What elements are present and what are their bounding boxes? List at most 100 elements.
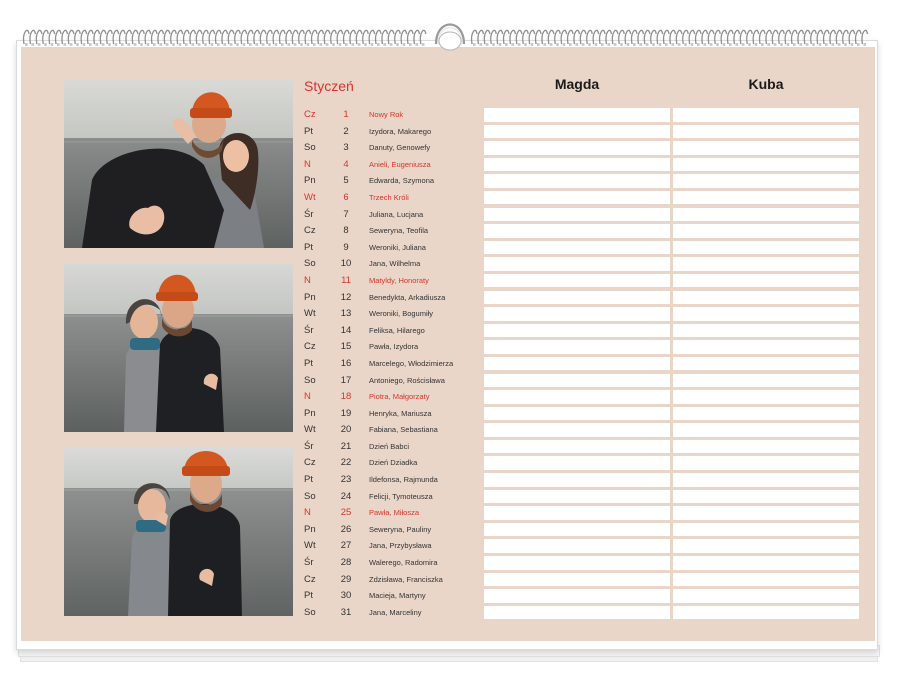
magda-entry-field[interactable] xyxy=(484,257,670,271)
day-row: So 17 Antoniego, Rościsława xyxy=(304,373,864,390)
name-day-label: Pawła, Miłosza xyxy=(369,508,420,518)
day-row: N 25 Pawła, Miłosza xyxy=(304,505,864,522)
binding-hole xyxy=(389,43,393,46)
kuba-entry-field[interactable] xyxy=(673,257,859,271)
kuba-entry-field[interactable] xyxy=(673,522,859,537)
magda-entry-field[interactable] xyxy=(484,390,670,404)
kuba-entry-field[interactable] xyxy=(673,207,859,222)
weekday-label: So xyxy=(304,258,316,270)
kuba-entry-field[interactable] xyxy=(673,240,859,255)
magda-entry-field[interactable] xyxy=(484,539,670,553)
spiral-coil xyxy=(157,29,165,45)
binding-hole xyxy=(831,43,834,46)
magda-entry-field[interactable] xyxy=(484,589,670,603)
kuba-entry-field[interactable] xyxy=(673,556,859,570)
kuba-entry-field[interactable] xyxy=(673,390,859,404)
spiral-coil xyxy=(125,29,133,45)
binding-hole xyxy=(108,43,111,46)
binding-hole xyxy=(274,43,278,46)
magda-entry-field[interactable] xyxy=(484,207,670,222)
binding-hole xyxy=(101,43,105,46)
magda-entry-field[interactable] xyxy=(484,506,670,520)
kuba-entry-field[interactable] xyxy=(673,406,859,421)
spiral-coil xyxy=(336,29,344,45)
column-header-kuba: Kuba xyxy=(748,76,784,92)
magda-entry-field[interactable] xyxy=(484,273,670,288)
magda-entry-field[interactable] xyxy=(484,141,670,155)
magda-entry-field[interactable] xyxy=(484,605,670,620)
magda-entry-field[interactable] xyxy=(484,572,670,587)
magda-entry-field[interactable] xyxy=(484,522,670,537)
binding-hole xyxy=(421,43,425,46)
day-number: 20 xyxy=(340,424,352,436)
binding-hole xyxy=(652,43,655,46)
kuba-entry-field[interactable] xyxy=(673,340,859,354)
spiral-coil xyxy=(669,29,677,45)
magda-entry-field[interactable] xyxy=(484,290,670,305)
magda-entry-field[interactable] xyxy=(484,124,670,139)
kuba-entry-field[interactable] xyxy=(673,439,859,454)
kuba-entry-field[interactable] xyxy=(673,373,859,387)
magda-entry-field[interactable] xyxy=(484,190,670,205)
binding-hole xyxy=(178,43,182,46)
couple-photo-2 xyxy=(64,264,293,432)
name-day-label: Anieli, Eugeniusza xyxy=(369,159,431,169)
name-day-label: Jana, Przybysława xyxy=(369,541,432,551)
magda-entry-field[interactable] xyxy=(484,240,670,255)
kuba-entry-field[interactable] xyxy=(673,108,859,122)
kuba-entry-field[interactable] xyxy=(673,174,859,188)
magda-entry-field[interactable] xyxy=(484,356,670,371)
spiral-coil xyxy=(682,29,689,45)
magda-entry-field[interactable] xyxy=(484,307,670,321)
kuba-entry-field[interactable] xyxy=(673,157,859,172)
magda-entry-field[interactable] xyxy=(484,108,670,122)
spiral-coil xyxy=(163,29,171,45)
day-row: Pn 12 Benedykta, Arkadiusza xyxy=(304,290,864,307)
spiral-coil xyxy=(227,29,235,45)
kuba-entry-field[interactable] xyxy=(673,572,859,587)
magda-entry-field[interactable] xyxy=(484,340,670,354)
magda-entry-field[interactable] xyxy=(484,473,670,487)
kuba-entry-field[interactable] xyxy=(673,489,859,504)
magda-entry-field[interactable] xyxy=(484,556,670,570)
kuba-entry-field[interactable] xyxy=(673,307,859,321)
day-number: 9 xyxy=(343,241,349,253)
magda-entry-field[interactable] xyxy=(484,174,670,188)
weekday-label: N xyxy=(304,274,311,286)
kuba-entry-field[interactable] xyxy=(673,290,859,305)
name-day-label: Walerego, Radomira xyxy=(369,558,438,568)
kuba-entry-field[interactable] xyxy=(673,124,859,139)
magda-entry-field[interactable] xyxy=(484,406,670,421)
binding-hole xyxy=(370,43,374,46)
magda-entry-field[interactable] xyxy=(484,456,670,470)
binding-hole xyxy=(242,43,246,46)
kuba-entry-field[interactable] xyxy=(673,323,859,338)
kuba-entry-field[interactable] xyxy=(673,141,859,155)
binding-hole xyxy=(293,43,297,46)
kuba-entry-field[interactable] xyxy=(673,356,859,371)
day-row: Pn 26 Seweryna, Pauliny xyxy=(304,522,864,539)
magda-entry-field[interactable] xyxy=(484,373,670,387)
kuba-entry-field[interactable] xyxy=(673,273,859,288)
binding-hole xyxy=(236,43,239,46)
spiral-coil xyxy=(176,29,184,45)
kuba-entry-field[interactable] xyxy=(673,224,859,238)
kuba-entry-field[interactable] xyxy=(673,506,859,520)
kuba-entry-field[interactable] xyxy=(673,456,859,470)
magda-entry-field[interactable] xyxy=(484,323,670,338)
magda-entry-field[interactable] xyxy=(484,224,670,238)
magda-entry-field[interactable] xyxy=(484,439,670,454)
binding-hole xyxy=(31,43,34,46)
kuba-entry-field[interactable] xyxy=(673,539,859,553)
magda-entry-field[interactable] xyxy=(484,157,670,172)
kuba-entry-field[interactable] xyxy=(673,473,859,487)
binding-hole xyxy=(357,43,361,46)
magda-entry-field[interactable] xyxy=(484,423,670,437)
kuba-entry-field[interactable] xyxy=(673,423,859,437)
name-day-label: Henryka, Mariusza xyxy=(369,408,432,418)
kuba-entry-field[interactable] xyxy=(673,605,859,620)
spiral-coil xyxy=(726,29,734,45)
kuba-entry-field[interactable] xyxy=(673,589,859,603)
magda-entry-field[interactable] xyxy=(484,489,670,504)
kuba-entry-field[interactable] xyxy=(673,190,859,205)
